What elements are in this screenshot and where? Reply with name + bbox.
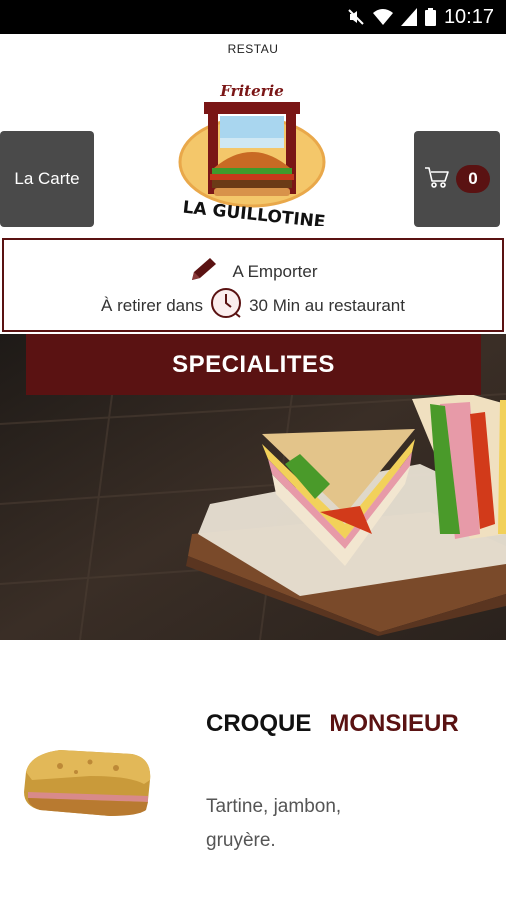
pickup-row: À retirer dans 30 Min au restaurant	[4, 286, 502, 325]
order-mode-row: A Emporter	[4, 256, 502, 287]
product-image	[20, 740, 156, 820]
signal-icon	[400, 8, 417, 26]
pencil-icon	[188, 256, 218, 287]
product-title-word2: MONSIEUR	[329, 710, 459, 737]
order-mode-label: A Emporter	[232, 261, 318, 281]
product-title: CROQUE MONSIEUR	[206, 710, 459, 738]
status-bar: 10:17	[0, 0, 506, 34]
restaurant-logo: Friterie LA GUILLOTINE	[174, 70, 334, 232]
wifi-icon	[372, 8, 393, 26]
category-title: SPECIALITES	[172, 350, 335, 378]
menu-button-label: La Carte	[14, 169, 80, 188]
cart-icon	[424, 165, 450, 194]
cart-count-badge: 0	[456, 165, 490, 193]
status-time: 10:17	[443, 6, 494, 28]
order-info-box[interactable]: A Emporter À retirer dans 30 Min au rest…	[2, 238, 504, 332]
category-hero-image: SPECIALITES	[0, 334, 506, 640]
restaurant-label: RESTAU	[227, 42, 279, 56]
product-title-word1: CROQUE	[206, 710, 312, 737]
logo-top-text: Friterie	[219, 82, 284, 100]
status-icons: 10:17	[347, 6, 494, 28]
product-item[interactable]: CROQUE MONSIEUR Tartine, jambon, gruyère.	[0, 640, 506, 900]
header: RESTAU La Carte Friterie LA GUILLOTINE 0	[0, 34, 506, 234]
mute-icon	[347, 8, 365, 26]
menu-button[interactable]: La Carte	[0, 131, 94, 227]
clock-icon	[209, 286, 243, 325]
pickup-time: 30 Min au restaurant	[249, 295, 405, 315]
battery-icon	[424, 8, 436, 26]
pickup-prefix: À retirer dans	[101, 295, 204, 315]
category-banner[interactable]: SPECIALITES	[26, 334, 481, 395]
cart-button[interactable]: 0	[414, 131, 500, 227]
product-description: Tartine, jambon, gruyère.	[206, 796, 342, 851]
